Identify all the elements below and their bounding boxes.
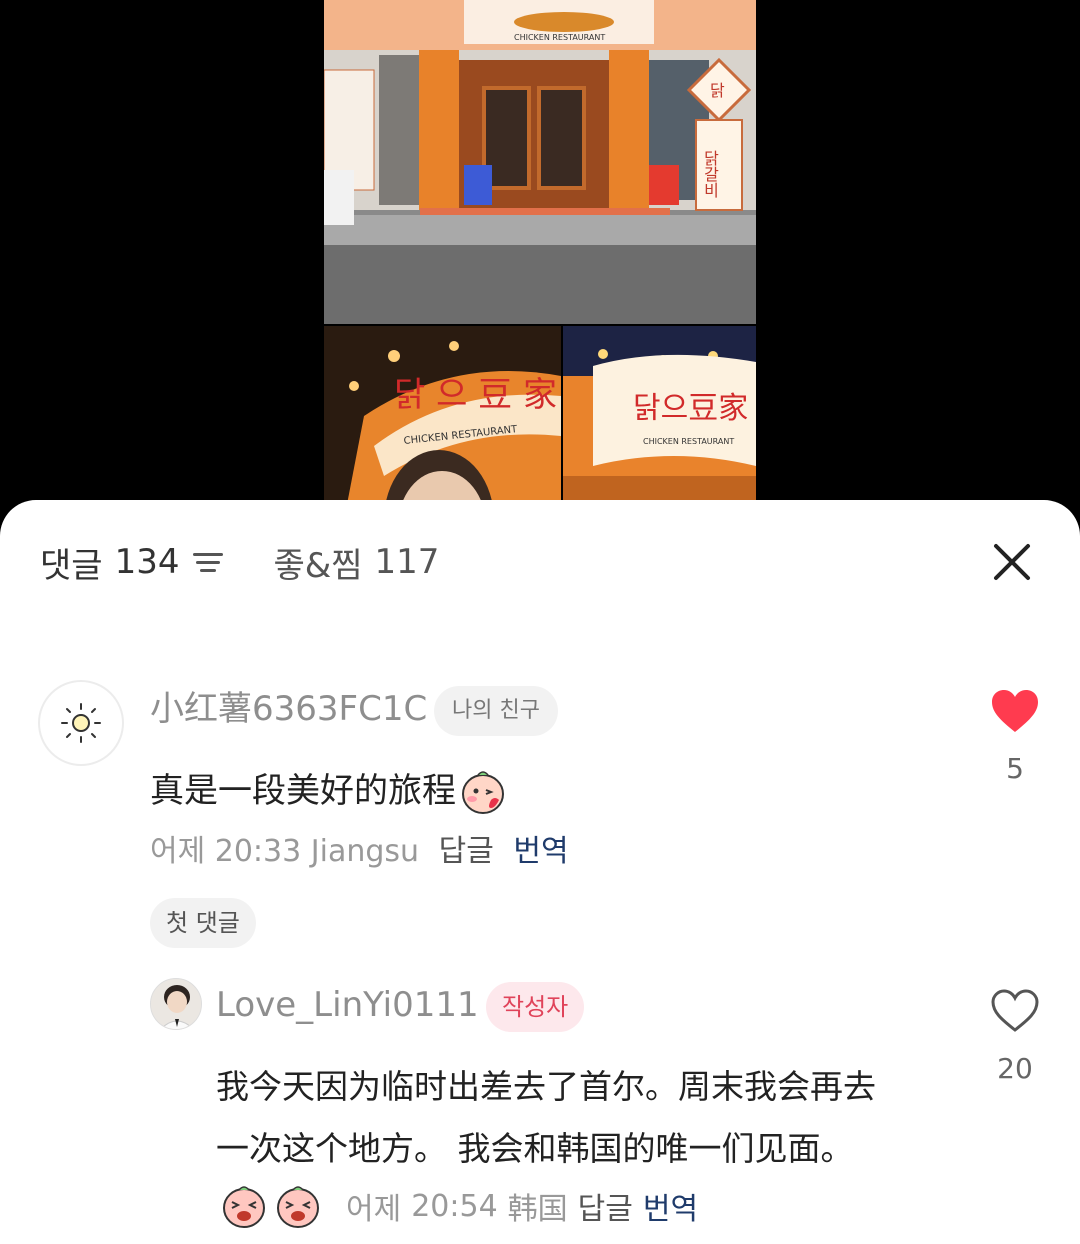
tab-likes-saves[interactable]: 좋&찜 117 [273, 538, 439, 587]
kiss-emoji-icon [462, 771, 504, 814]
comments-sheet: 댓글 134 좋&찜 117 小红薯6363FC1C 나의 친구 真是一段美好的… [0, 500, 1080, 1244]
friend-badge: 나의 친구 [434, 686, 558, 736]
reply-button[interactable]: 답글 [439, 834, 494, 869]
comment-meta: 어제 20:54 韩国 답글 번역 [220, 1176, 698, 1236]
comment-text: 我今天因为临时出差去了首尔。周末我会再去 一次这个地方。 我会和韩国的唯一们见面… [216, 1056, 956, 1180]
comment-time: 20:33 [214, 834, 302, 869]
heart-outline-icon[interactable] [990, 988, 1040, 1034]
side-sign-vertical-text: 닭갈비 [701, 150, 720, 198]
sort-icon[interactable] [193, 551, 224, 573]
svg-text:닭으豆家: 닭으豆家 [633, 391, 748, 426]
comment-text: 真是一段美好的旅程 [150, 766, 508, 816]
comment-username[interactable]: 小红薯6363FC1C [150, 686, 427, 732]
comment-meta: 어제 20:33 Jiangsu 답글 번역 [150, 830, 569, 874]
like-count: 20 [997, 1052, 1033, 1085]
tab-likes-count: 117 [374, 542, 440, 582]
comment-location: 韩国 [507, 1192, 568, 1227]
avatar[interactable] [38, 680, 124, 766]
like-count: 5 [1006, 752, 1024, 785]
close-icon[interactable] [990, 540, 1034, 584]
crying-emoji-icon [223, 1186, 265, 1228]
avatar[interactable] [150, 978, 202, 1030]
first-comment-badge: 첫 댓글 [150, 898, 256, 948]
side-sign-top-text: 닭 [710, 81, 725, 100]
comment-text-line: 我今天因为临时出差去了首尔。周末我会再去 [216, 1067, 876, 1106]
translate-button[interactable]: 번역 [643, 1184, 698, 1228]
storefront-sign-text: CHICKEN RESTAURANT [514, 33, 605, 42]
comment-location: Jiangsu [310, 834, 420, 869]
heart-filled-icon[interactable] [990, 688, 1040, 734]
photo-sign-night-right[interactable]: 닭으豆家 CHICKEN RESTAURANT [563, 326, 756, 520]
tab-comments[interactable]: 댓글 134 [40, 538, 224, 587]
svg-text:CHICKEN RESTAURANT: CHICKEN RESTAURANT [643, 437, 734, 446]
reply-button[interactable]: 답글 [578, 1184, 633, 1228]
comment-text-line: 一次这个地方。 我会和韩国的唯一们见面。 [216, 1129, 854, 1168]
sun-icon [61, 703, 101, 743]
comment-text-content: 真是一段美好的旅程 [150, 771, 456, 811]
comment-username[interactable]: Love_LinYi0111 [216, 982, 479, 1028]
comment-date: 어제 [150, 834, 206, 869]
tab-likes-label: 좋&찜 [273, 545, 363, 586]
photo-storefront[interactable]: CHICKEN RESTAURANT 닭 닭갈비 [324, 0, 756, 324]
svg-text:닭 으 豆 家: 닭 으 豆 家 [394, 375, 557, 415]
crying-emoji-icon [277, 1186, 319, 1228]
photo-sign-night-left[interactable]: 닭 으 豆 家 CHICKEN RESTAURANT [324, 326, 561, 520]
post-photo-area: CHICKEN RESTAURANT 닭 닭갈비 닭 으 豆 家 CHICKEN… [0, 0, 1080, 520]
comment-time: 20:54 [411, 1188, 498, 1224]
translate-button[interactable]: 번역 [513, 834, 568, 869]
comment-date: 어제 [346, 1192, 402, 1227]
tab-comments-count: 134 [114, 542, 180, 582]
author-badge: 작성자 [486, 982, 585, 1032]
tab-comments-label: 댓글 [40, 545, 103, 586]
comments-tabs: 댓글 134 좋&찜 117 [40, 538, 439, 587]
